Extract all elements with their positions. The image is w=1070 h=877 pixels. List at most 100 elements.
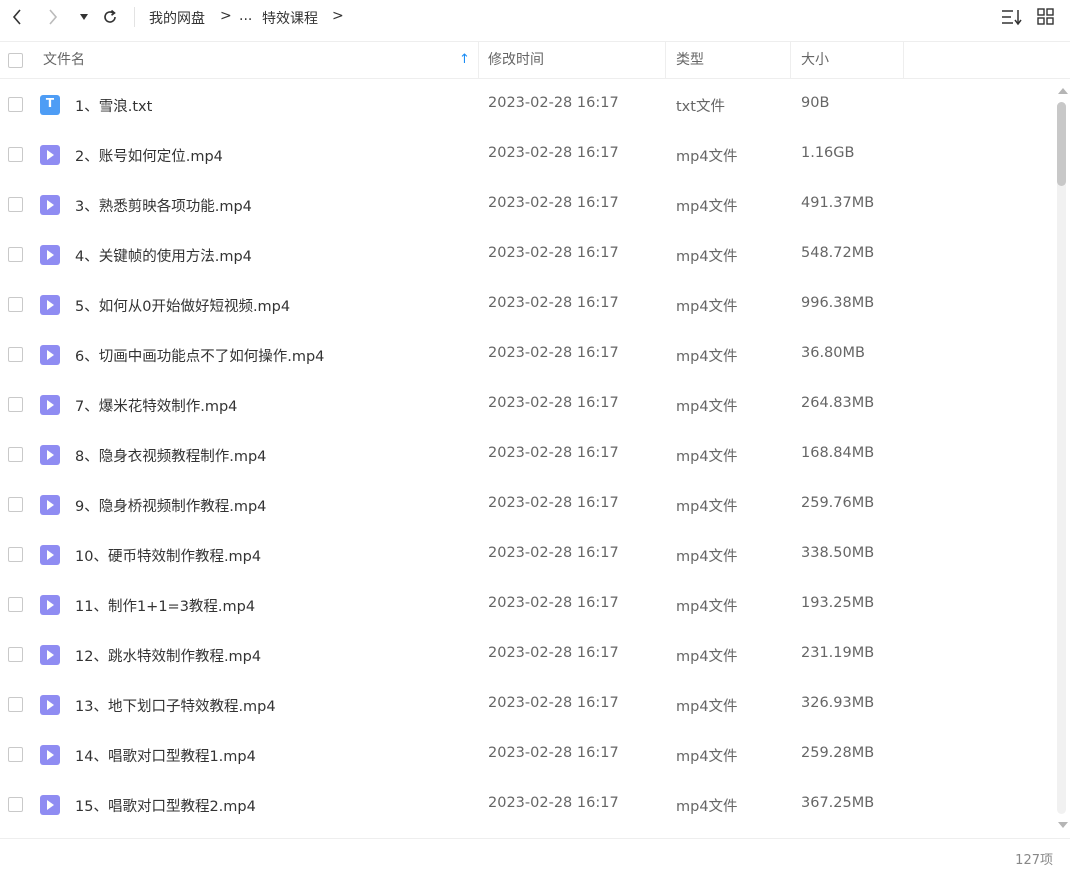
chevron-right-icon xyxy=(49,9,58,25)
file-type: mp4文件 xyxy=(676,749,738,765)
breadcrumb-current[interactable]: 特效课程 xyxy=(262,8,318,28)
file-name[interactable]: 3、熟悉剪映各项功能.mp4 xyxy=(75,195,252,216)
file-name[interactable]: 7、爆米花特效制作.mp4 xyxy=(75,395,237,416)
column-header-size[interactable]: 大小 xyxy=(801,42,829,78)
scroll-up-arrow-icon[interactable] xyxy=(1058,88,1068,94)
row-checkbox[interactable] xyxy=(8,397,23,412)
history-dropdown-button[interactable] xyxy=(78,7,90,27)
row-checkbox[interactable] xyxy=(8,147,23,162)
file-size: 326.93MB xyxy=(801,695,875,711)
scroll-thumb[interactable] xyxy=(1057,102,1066,186)
forward-button[interactable] xyxy=(44,7,62,27)
file-modified: 2023-02-28 16:17 xyxy=(488,295,619,311)
row-checkbox[interactable] xyxy=(8,747,23,762)
row-checkbox[interactable] xyxy=(8,697,23,712)
file-row[interactable]: 14、唱歌对口型教程1.mp4 2023-02-28 16:17 mp4文件 2… xyxy=(0,730,1054,780)
file-size: 231.19MB xyxy=(801,645,875,661)
file-size: 1.16GB xyxy=(801,145,855,161)
file-row[interactable]: 5、如何从0开始做好短视频.mp4 2023-02-28 16:17 mp4文件… xyxy=(0,280,1054,330)
file-size: 996.38MB xyxy=(801,295,875,311)
video-file-icon xyxy=(40,595,60,615)
file-name[interactable]: 2、账号如何定位.mp4 xyxy=(75,145,223,166)
file-name[interactable]: 1、雪浪.txt xyxy=(75,95,152,116)
file-name[interactable]: 6、切画中画功能点不了如何操作.mp4 xyxy=(75,345,324,366)
file-name[interactable]: 9、隐身桥视频制作教程.mp4 xyxy=(75,495,266,516)
refresh-button[interactable] xyxy=(100,7,120,27)
file-name[interactable]: 4、关键帧的使用方法.mp4 xyxy=(75,245,252,266)
file-modified: 2023-02-28 16:17 xyxy=(488,395,619,411)
file-row[interactable]: 2、账号如何定位.mp4 2023-02-28 16:17 mp4文件 1.16… xyxy=(0,130,1054,180)
row-checkbox[interactable] xyxy=(8,97,23,112)
file-row[interactable]: 3、熟悉剪映各项功能.mp4 2023-02-28 16:17 mp4文件 49… xyxy=(0,180,1054,230)
row-checkbox[interactable] xyxy=(8,797,23,812)
file-type: mp4文件 xyxy=(676,499,738,515)
sort-icon xyxy=(1002,10,1022,26)
toolbar-divider xyxy=(134,7,135,27)
row-checkbox[interactable] xyxy=(8,597,23,612)
file-row[interactable]: 15、唱歌对口型教程2.mp4 2023-02-28 16:17 mp4文件 3… xyxy=(0,780,1054,830)
breadcrumb-separator[interactable]: > xyxy=(332,8,344,24)
breadcrumb-ellipsis[interactable]: ... xyxy=(239,8,252,24)
file-type: mp4文件 xyxy=(676,349,738,365)
file-size: 90B xyxy=(801,95,830,111)
scroll-down-arrow-icon[interactable] xyxy=(1058,822,1068,828)
file-row[interactable]: 13、地下划口子特效教程.mp4 2023-02-28 16:17 mp4文件 … xyxy=(0,680,1054,730)
breadcrumb-root[interactable]: 我的网盘 xyxy=(149,8,205,28)
sort-button[interactable] xyxy=(1001,8,1022,26)
file-row[interactable]: 11、制作1+1=3教程.mp4 2023-02-28 16:17 mp4文件 … xyxy=(0,580,1054,630)
file-type: mp4文件 xyxy=(676,649,738,665)
video-file-icon xyxy=(40,145,60,165)
file-row[interactable]: 8、隐身衣视频教程制作.mp4 2023-02-28 16:17 mp4文件 1… xyxy=(0,430,1054,480)
row-checkbox[interactable] xyxy=(8,447,23,462)
row-checkbox[interactable] xyxy=(8,197,23,212)
file-name[interactable]: 11、制作1+1=3教程.mp4 xyxy=(75,595,255,616)
file-name[interactable]: 10、硬币特效制作教程.mp4 xyxy=(75,545,261,566)
column-divider[interactable] xyxy=(478,42,479,78)
file-modified: 2023-02-28 16:17 xyxy=(488,345,619,361)
file-type: mp4文件 xyxy=(676,249,738,265)
file-modified: 2023-02-28 16:17 xyxy=(488,645,619,661)
row-checkbox[interactable] xyxy=(8,497,23,512)
file-row[interactable]: 12、跳水特效制作教程.mp4 2023-02-28 16:17 mp4文件 2… xyxy=(0,630,1054,680)
file-row[interactable]: 9、隐身桥视频制作教程.mp4 2023-02-28 16:17 mp4文件 2… xyxy=(0,480,1054,530)
file-row[interactable]: 4、关键帧的使用方法.mp4 2023-02-28 16:17 mp4文件 54… xyxy=(0,230,1054,280)
file-name[interactable]: 13、地下划口子特效教程.mp4 xyxy=(75,695,276,716)
column-header-modified[interactable]: 修改时间 xyxy=(488,42,544,78)
back-button[interactable] xyxy=(8,7,26,27)
row-checkbox[interactable] xyxy=(8,347,23,362)
toolbar: 我的网盘 > ... 特效课程 > xyxy=(0,0,1070,34)
file-modified: 2023-02-28 16:17 xyxy=(488,695,619,711)
video-file-icon xyxy=(40,545,60,565)
file-type: mp4文件 xyxy=(676,699,738,715)
file-row[interactable]: 6、切画中画功能点不了如何操作.mp4 2023-02-28 16:17 mp4… xyxy=(0,330,1054,380)
column-header-name[interactable]: 文件名 xyxy=(43,42,85,78)
view-toggle-button[interactable] xyxy=(1037,8,1057,26)
file-size: 193.25MB xyxy=(801,595,875,611)
column-header-type[interactable]: 类型 xyxy=(676,42,704,78)
sort-ascending-icon[interactable]: ↑ xyxy=(459,42,470,78)
row-checkbox[interactable] xyxy=(8,297,23,312)
file-name[interactable]: 5、如何从0开始做好短视频.mp4 xyxy=(75,295,290,316)
row-checkbox[interactable] xyxy=(8,247,23,262)
file-modified: 2023-02-28 16:17 xyxy=(488,595,619,611)
file-name[interactable]: 8、隐身衣视频教程制作.mp4 xyxy=(75,445,266,466)
video-file-icon xyxy=(40,795,60,815)
column-divider[interactable] xyxy=(790,42,791,78)
file-row[interactable]: 10、硬币特效制作教程.mp4 2023-02-28 16:17 mp4文件 3… xyxy=(0,530,1054,580)
file-row[interactable]: T 1、雪浪.txt 2023-02-28 16:17 txt文件 90B xyxy=(0,80,1054,130)
file-name[interactable]: 15、唱歌对口型教程2.mp4 xyxy=(75,795,256,816)
scroll-track[interactable] xyxy=(1057,102,1066,814)
column-divider[interactable] xyxy=(903,42,904,78)
file-name[interactable]: 14、唱歌对口型教程1.mp4 xyxy=(75,745,256,766)
file-modified: 2023-02-28 16:17 xyxy=(488,245,619,261)
file-row[interactable]: 7、爆米花特效制作.mp4 2023-02-28 16:17 mp4文件 264… xyxy=(0,380,1054,430)
row-checkbox[interactable] xyxy=(8,647,23,662)
column-divider[interactable] xyxy=(665,42,666,78)
file-size: 338.50MB xyxy=(801,545,875,561)
file-type: mp4文件 xyxy=(676,449,738,465)
row-checkbox[interactable] xyxy=(8,547,23,562)
file-modified: 2023-02-28 16:17 xyxy=(488,745,619,761)
select-all-checkbox[interactable] xyxy=(8,53,23,68)
file-name[interactable]: 12、跳水特效制作教程.mp4 xyxy=(75,645,261,666)
vertical-scrollbar[interactable] xyxy=(1054,80,1070,836)
